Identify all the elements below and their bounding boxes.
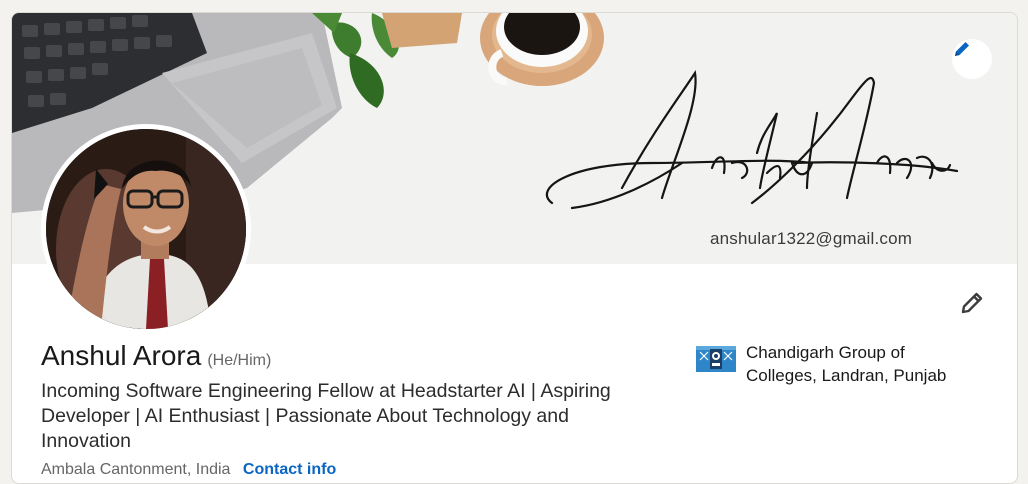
pencil-icon: [959, 290, 985, 321]
profile-pronouns: (He/Him): [207, 352, 272, 369]
edit-intro-button[interactable]: [955, 288, 989, 322]
profile-location-row: Ambala Cantonment, India Contact info: [41, 461, 336, 479]
name-row: Anshul Arora (He/Him): [41, 340, 271, 372]
edit-banner-button[interactable]: [952, 39, 992, 79]
profile-headline: Incoming Software Engineering Fellow at …: [41, 380, 611, 452]
college-logo: [696, 346, 736, 372]
profile-card: anshular1322@gmail.com Anshul Arora (He/…: [11, 12, 1018, 484]
profile-photo[interactable]: [41, 124, 251, 334]
profile-name: Anshul Arora: [41, 340, 202, 371]
avatar: [46, 129, 246, 329]
banner-email: anshular1322@gmail.com: [710, 229, 913, 248]
college-name: Chandigarh Group of Colleges, Landran, P…: [746, 343, 947, 385]
education-entry[interactable]: Chandigarh Group of Colleges, Landran, P…: [696, 341, 976, 387]
